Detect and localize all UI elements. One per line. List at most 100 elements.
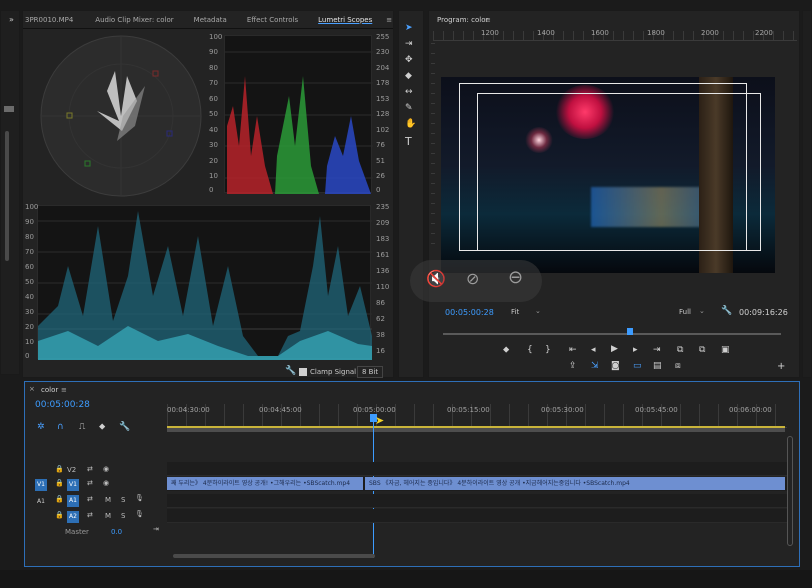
- marker-icon[interactable]: ⬥: [99, 422, 105, 432]
- horizontal-scrollbar[interactable]: [173, 554, 375, 558]
- axis-tick: 26: [376, 172, 385, 180]
- mute-icon[interactable]: 🔇: [426, 271, 446, 287]
- track-a2-label[interactable]: A2: [67, 511, 79, 523]
- selection-tool-icon[interactable]: ➤: [405, 23, 413, 33]
- vr-icon[interactable]: ▭: [633, 361, 642, 371]
- mark-out-icon[interactable]: }: [545, 345, 551, 355]
- play-icon[interactable]: ▶: [611, 344, 618, 354]
- solo-button[interactable]: S: [121, 496, 125, 504]
- mic-icon[interactable]: 🎙: [135, 511, 144, 518]
- source-patch-v1[interactable]: V1: [35, 479, 47, 491]
- timeline-title[interactable]: color: [41, 386, 58, 394]
- eye-icon[interactable]: ◉: [103, 480, 109, 487]
- program-scrub-bar[interactable]: [443, 328, 781, 335]
- slip-tool-icon[interactable]: ↔: [405, 87, 413, 97]
- work-area-bar[interactable]: [167, 426, 785, 432]
- lock-icon[interactable]: 🔒: [55, 496, 64, 503]
- step-forward-icon[interactable]: ▸: [633, 345, 638, 355]
- wrench-icon[interactable]: 🔧: [285, 367, 296, 376]
- axis-tick: 51: [376, 157, 385, 165]
- video-clip-1[interactable]: 째 두리는》 4분하이라이트 영상 공개! •그해우리는 •SBScatch.m…: [167, 477, 363, 490]
- eye-icon[interactable]: ◉: [103, 466, 109, 473]
- quality-chevron-icon[interactable]: ⌄: [699, 308, 705, 315]
- close-tab-icon[interactable]: ×: [29, 386, 35, 393]
- axis-tick: 0: [25, 352, 30, 360]
- ripple-edit-tool-icon[interactable]: ✥: [405, 55, 413, 65]
- camera-icon[interactable]: ◙: [611, 361, 620, 371]
- sync-lock-icon[interactable]: ⇄: [87, 466, 93, 473]
- audio-off-icon[interactable]: ⊘: [466, 271, 479, 287]
- overwrite-icon[interactable]: ⧉: [699, 345, 705, 355]
- program-menu-icon[interactable]: ≡: [485, 16, 491, 24]
- track-lane-v2: [167, 462, 787, 476]
- ruler-time-label: 00:04:30:00: [167, 406, 210, 414]
- timeline-wrench-icon[interactable]: 🔧: [119, 422, 130, 432]
- sync-lock-icon[interactable]: ⇄: [87, 480, 93, 487]
- vertical-scrollbar[interactable]: [787, 436, 793, 546]
- multi-cam-icon[interactable]: ▤: [653, 361, 662, 371]
- fit-chevron-icon[interactable]: ⌄: [535, 308, 541, 315]
- lift-icon[interactable]: ⇪: [569, 361, 577, 371]
- add-marker-timeline-icon[interactable]: ⎍: [79, 422, 85, 432]
- proxy-icon[interactable]: ⧈: [675, 361, 681, 371]
- compare-icon[interactable]: ▣: [721, 345, 730, 355]
- extract-icon[interactable]: ⇲: [591, 361, 599, 371]
- tab-source-clip[interactable]: 3PR0010.MP4: [23, 16, 83, 24]
- tab-chevron[interactable]: »: [9, 15, 14, 24]
- right-sliver-panel: [802, 10, 812, 378]
- go-to-out-icon[interactable]: ⇥: [653, 345, 661, 355]
- lock-icon[interactable]: 🔒: [55, 512, 64, 519]
- tab-metadata[interactable]: Metadata: [184, 16, 237, 24]
- axis-tick: 255: [376, 33, 390, 41]
- mark-in-icon[interactable]: {: [527, 345, 533, 355]
- type-tool-icon[interactable]: T: [405, 135, 412, 148]
- quality-select[interactable]: Full: [679, 308, 691, 316]
- timeline-timecode[interactable]: 00:05:00:28: [35, 400, 90, 410]
- tab-effect-controls[interactable]: Effect Controls: [237, 16, 308, 24]
- timeline-menu-icon[interactable]: ≡: [61, 386, 67, 394]
- clamp-signal-checkbox[interactable]: [299, 368, 307, 376]
- sync-lock-icon[interactable]: ⇄: [87, 512, 93, 519]
- track-select-tool-icon[interactable]: ⇥: [405, 39, 413, 49]
- mute-button[interactable]: M: [105, 512, 111, 520]
- source-patch-a1[interactable]: A1: [35, 496, 47, 508]
- linked-selection-icon[interactable]: ∩: [57, 422, 64, 432]
- pen-tool-icon[interactable]: ✎: [405, 103, 413, 113]
- insert-icon[interactable]: ⧉: [677, 345, 683, 355]
- fit-select[interactable]: Fit: [511, 308, 519, 316]
- minus-circle-icon[interactable]: ⊖: [508, 269, 523, 287]
- razor-tool-icon[interactable]: ◆: [405, 71, 412, 81]
- sync-lock-icon[interactable]: ⇄: [87, 496, 93, 503]
- axis-tick: 183: [376, 235, 390, 243]
- add-button-icon[interactable]: +: [777, 361, 785, 372]
- scrub-playhead[interactable]: [627, 328, 633, 335]
- program-timecode[interactable]: 00:05:00:28: [445, 308, 494, 317]
- track-v1-label[interactable]: V1: [67, 479, 79, 491]
- axis-tick: 0: [209, 186, 214, 194]
- solo-button[interactable]: S: [121, 512, 125, 520]
- go-to-end-icon[interactable]: ⇥: [153, 526, 159, 533]
- track-a1-label[interactable]: A1: [67, 495, 79, 507]
- timeline-ruler[interactable]: 00:04:30:00 00:04:45:00 00:05:00:00 00:0…: [167, 404, 787, 428]
- bit-depth-select[interactable]: 8 Bit: [357, 366, 384, 378]
- tab-audio-clip-mixer[interactable]: Audio Clip Mixer: color: [83, 16, 183, 24]
- mute-button[interactable]: M: [105, 496, 111, 504]
- panel-handle[interactable]: [4, 106, 14, 112]
- lock-icon[interactable]: 🔒: [55, 480, 64, 487]
- mic-icon[interactable]: 🎙: [135, 495, 144, 502]
- parade-left-axis: 100 90 80 70 60 50 40 30 20 10 0: [209, 33, 223, 194]
- hand-tool-icon[interactable]: ✋: [405, 119, 416, 129]
- video-clip-2[interactable]: SBS 《자금, 헤어지는 중입니다》 4분하이라이트 영상 공개 •지금헤어지…: [365, 477, 785, 490]
- go-to-in-icon[interactable]: ⇤: [569, 345, 577, 355]
- axis-tick: 204: [376, 64, 390, 72]
- panel-menu-icon[interactable]: ≡: [382, 16, 396, 24]
- tab-lumetri-scopes[interactable]: Lumetri Scopes: [308, 16, 382, 24]
- scrollbar[interactable]: [5, 131, 9, 261]
- add-marker-icon[interactable]: ⬥: [503, 345, 509, 355]
- snap-icon[interactable]: ✲: [37, 422, 45, 432]
- master-volume-value[interactable]: 0.0: [111, 528, 122, 536]
- program-title[interactable]: Program: color: [437, 16, 488, 24]
- settings-wrench-icon[interactable]: 🔧: [721, 307, 732, 316]
- lock-icon[interactable]: 🔒: [55, 466, 64, 473]
- step-back-icon[interactable]: ◂: [591, 345, 596, 355]
